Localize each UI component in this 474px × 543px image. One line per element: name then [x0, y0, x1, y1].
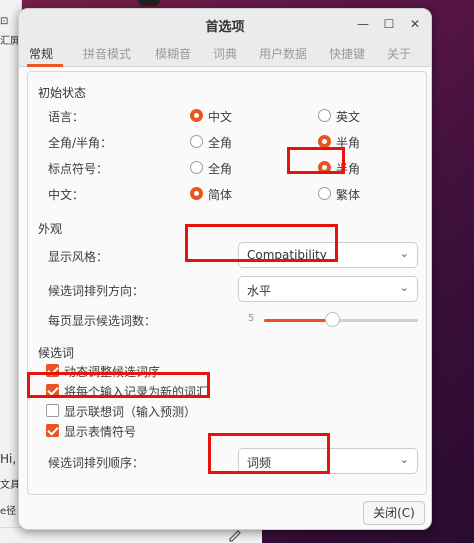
tab-general[interactable]: 常规 — [29, 45, 53, 62]
background-avatar — [138, 0, 160, 6]
tab-dictionary[interactable]: 词典 — [213, 45, 237, 62]
chinese-traditional-radio[interactable] — [318, 187, 331, 200]
slider-handle[interactable] — [325, 312, 341, 327]
radio-label: 简体 — [208, 188, 233, 202]
tab-fuzzy[interactable]: 模糊音 — [155, 45, 191, 62]
width-label: 全角/半角： — [48, 136, 113, 150]
annotation-box — [185, 224, 338, 262]
punctuation-full-radio[interactable] — [190, 161, 203, 174]
close-icon[interactable]: ✕ — [407, 16, 423, 32]
section-candidates: 候选词 — [38, 346, 75, 360]
style-label: 显示风格： — [48, 250, 109, 264]
annotation-box — [27, 372, 210, 398]
radio-label: 中文 — [208, 110, 233, 124]
show-emoji-checkbox[interactable] — [46, 424, 59, 437]
annotation-box — [208, 433, 330, 474]
annotation-box — [287, 147, 345, 174]
checkbox-label: 显示联想词（输入预测） — [64, 405, 197, 419]
per-page-label: 每页显示候选词数： — [48, 314, 157, 328]
minimize-icon[interactable]: — — [355, 16, 371, 32]
per-page-value: 5 — [248, 313, 255, 324]
language-english-radio[interactable] — [318, 109, 331, 122]
radio-label: 全角 — [208, 162, 233, 176]
tab-bar: 常规 拼音模式 模糊音 词典 用户数据 快捷键 关于 — [19, 39, 431, 67]
background-text: Hi, — [0, 452, 17, 466]
chevron-down-icon: ⌄ — [399, 453, 409, 466]
general-panel: 初始状态 语言： 中文 英文 全角/半角： 全角 半角 标点符号： 全角 半角 … — [27, 71, 427, 495]
width-full-radio[interactable] — [190, 135, 203, 148]
orientation-label: 候选词排列方向： — [48, 284, 145, 298]
background-icon: ⊡ — [0, 16, 9, 27]
background-text: 汇屏 — [0, 36, 20, 47]
orientation-value: 水平 — [247, 284, 272, 298]
chinese-simplified-radio[interactable] — [190, 187, 203, 200]
section-appearance: 外观 — [38, 222, 63, 236]
slider-fill — [264, 319, 333, 322]
orientation-combo[interactable]: 水平 ⌄ — [238, 276, 418, 302]
maximize-icon[interactable]: ☐ — [381, 16, 397, 32]
tab-shortcuts[interactable]: 快捷键 — [329, 45, 365, 62]
chevron-down-icon: ⌄ — [399, 247, 409, 260]
background-text: 文具 — [0, 480, 20, 491]
sort-order-label: 候选词排列顺序： — [48, 456, 145, 470]
section-initial-state: 初始状态 — [38, 86, 87, 100]
tab-pinyin-mode[interactable]: 拼音模式 — [83, 45, 131, 62]
checkbox-label: 显示表情符号 — [64, 425, 137, 439]
tab-user-data[interactable]: 用户数据 — [259, 45, 307, 62]
radio-label: 全角 — [208, 136, 233, 150]
chinese-label: 中文： — [48, 188, 85, 202]
chevron-down-icon: ⌄ — [399, 281, 409, 294]
edit-icon — [229, 530, 241, 542]
close-button[interactable]: 关闭(C) — [363, 501, 425, 525]
background-text: e径 — [0, 506, 17, 517]
show-prediction-checkbox[interactable] — [46, 404, 59, 417]
tab-about[interactable]: 关于 — [387, 45, 411, 62]
title-bar: 首选项 — ☐ ✕ — [19, 9, 431, 39]
language-label: 语言： — [48, 110, 85, 124]
active-tab-indicator — [27, 64, 63, 67]
per-page-slider[interactable] — [264, 319, 418, 322]
radio-label: 英文 — [336, 110, 361, 124]
radio-label: 繁体 — [336, 188, 361, 202]
language-chinese-radio[interactable] — [190, 109, 203, 122]
punctuation-label: 标点符号： — [48, 162, 109, 176]
